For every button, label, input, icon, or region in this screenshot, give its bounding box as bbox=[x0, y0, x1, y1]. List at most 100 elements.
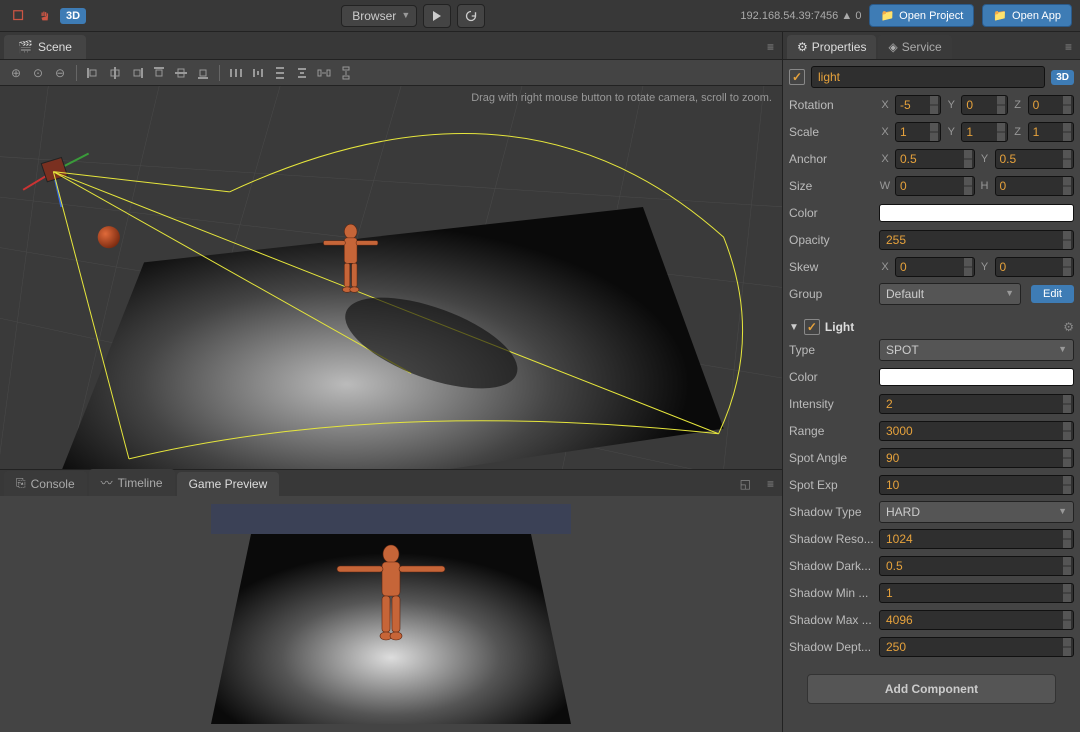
shadow-depth-input[interactable]: 250 bbox=[879, 637, 1074, 657]
add-component-button[interactable]: Add Component bbox=[807, 674, 1056, 704]
folder-icon: 📁 bbox=[993, 9, 1007, 22]
shadow-dark-label: Shadow Dark... bbox=[789, 559, 879, 573]
folder-icon: 📁 bbox=[880, 9, 894, 22]
hand-icon[interactable] bbox=[34, 5, 56, 27]
dist-space-v-icon[interactable] bbox=[336, 63, 356, 83]
node-3d-badge[interactable]: 3D bbox=[1051, 70, 1074, 85]
shadow-depth-label: Shadow Dept... bbox=[789, 640, 879, 654]
rotation-label: Rotation bbox=[789, 98, 879, 112]
tab-service[interactable]: ◈Service bbox=[878, 35, 951, 59]
panel-menu-icon[interactable]: ≡ bbox=[1057, 35, 1080, 59]
rotation-y-input[interactable]: 0 bbox=[961, 95, 1007, 115]
size-label: Size bbox=[789, 179, 879, 193]
dist-v-icon[interactable] bbox=[270, 63, 290, 83]
spot-exp-input[interactable]: 10 bbox=[879, 475, 1074, 495]
collapse-arrow-icon: ▼ bbox=[789, 322, 799, 333]
shadow-type-label: Shadow Type bbox=[789, 505, 879, 519]
rotation-z-input[interactable]: 0 bbox=[1028, 95, 1074, 115]
size-h-input[interactable]: 0 bbox=[995, 176, 1075, 196]
shadow-max-input[interactable]: 4096 bbox=[879, 610, 1074, 630]
zoom-in-icon[interactable]: ⊕ bbox=[6, 63, 26, 83]
anchor-y-input[interactable]: 0.5 bbox=[995, 149, 1075, 169]
zoom-out-icon[interactable]: ⊖ bbox=[50, 63, 70, 83]
align-right-icon[interactable] bbox=[127, 63, 147, 83]
popout-icon[interactable]: ◱ bbox=[732, 472, 759, 496]
panel-menu-icon[interactable]: ≡ bbox=[759, 35, 782, 59]
intensity-input[interactable]: 2 bbox=[879, 394, 1074, 414]
shadow-min-input[interactable]: 1 bbox=[879, 583, 1074, 603]
scale-label: Scale bbox=[789, 125, 879, 139]
size-w-input[interactable]: 0 bbox=[895, 176, 975, 196]
group-label: Group bbox=[789, 287, 879, 301]
timeline-icon: 〰 bbox=[101, 474, 113, 491]
shadow-min-label: Shadow Min ... bbox=[789, 586, 879, 600]
viewport-hint: Drag with right mouse button to rotate c… bbox=[471, 92, 772, 104]
play-button[interactable] bbox=[423, 4, 451, 28]
align-left-icon[interactable] bbox=[83, 63, 103, 83]
spot-angle-input[interactable]: 90 bbox=[879, 448, 1074, 468]
anchor-label: Anchor bbox=[789, 152, 879, 166]
spot-exp-label: Spot Exp bbox=[789, 478, 879, 492]
intensity-label: Intensity bbox=[789, 397, 879, 411]
light-type-select[interactable]: SPOT bbox=[879, 339, 1074, 361]
dist-h-icon[interactable] bbox=[226, 63, 246, 83]
shadow-max-label: Shadow Max ... bbox=[789, 613, 879, 627]
open-app-button[interactable]: 📁Open App bbox=[982, 4, 1072, 27]
top-toolbar: 3D Browser 192.168.54.39:7456 ▲ 0 📁Open … bbox=[0, 0, 1080, 32]
wifi-icon: ▲ bbox=[841, 10, 852, 22]
tab-scene[interactable]: 🎬Scene bbox=[4, 35, 86, 59]
scale-z-input[interactable]: 1 bbox=[1028, 122, 1074, 142]
light-color-swatch[interactable] bbox=[879, 368, 1074, 386]
layers-icon: ◈ bbox=[888, 40, 897, 54]
dist-space-h-icon[interactable] bbox=[314, 63, 334, 83]
node-color-swatch[interactable] bbox=[879, 204, 1074, 222]
scene-toolbar: ⊕ ⊙ ⊖ bbox=[0, 60, 782, 86]
light-type-label: Type bbox=[789, 343, 879, 357]
opacity-label: Opacity bbox=[789, 233, 879, 247]
shadow-type-select[interactable]: HARD bbox=[879, 501, 1074, 523]
group-edit-button[interactable]: Edit bbox=[1031, 285, 1074, 303]
tab-game-preview[interactable]: Game Preview bbox=[177, 472, 280, 496]
scale-y-input[interactable]: 1 bbox=[961, 122, 1007, 142]
gear-icon: ⚙ bbox=[797, 40, 808, 54]
game-preview-viewport[interactable] bbox=[0, 496, 782, 732]
3d-toggle[interactable]: 3D bbox=[60, 8, 86, 24]
panel-menu-icon[interactable]: ≡ bbox=[759, 472, 782, 496]
range-label: Range bbox=[789, 424, 879, 438]
tab-timeline[interactable]: 〰Timeline bbox=[89, 469, 175, 496]
rotation-x-input[interactable]: -5 bbox=[895, 95, 941, 115]
color-label: Color bbox=[789, 206, 879, 220]
align-bottom-icon[interactable] bbox=[193, 63, 213, 83]
shadow-dark-input[interactable]: 0.5 bbox=[879, 556, 1074, 576]
node-name-input[interactable] bbox=[811, 66, 1045, 88]
ip-address: 192.168.54.39:7456 ▲ 0 bbox=[740, 10, 861, 22]
node-enabled-checkbox[interactable] bbox=[789, 69, 805, 85]
align-top-icon[interactable] bbox=[149, 63, 169, 83]
scene-viewport[interactable]: Drag with right mouse button to rotate c… bbox=[0, 86, 782, 469]
arrow-select-icon[interactable] bbox=[8, 5, 30, 27]
light-enabled-checkbox[interactable] bbox=[804, 319, 820, 335]
align-vcenter-icon[interactable] bbox=[171, 63, 191, 83]
component-settings-icon[interactable]: ⚙ bbox=[1063, 320, 1074, 334]
range-input[interactable]: 3000 bbox=[879, 421, 1074, 441]
zoom-reset-icon[interactable]: ⊙ bbox=[28, 63, 48, 83]
tab-console[interactable]: ⎘Console bbox=[4, 471, 87, 496]
light-color-label: Color bbox=[789, 370, 879, 384]
group-select[interactable]: Default bbox=[879, 283, 1021, 305]
light-component-header[interactable]: ▼ Light ⚙ bbox=[789, 315, 1074, 339]
tab-properties[interactable]: ⚙Properties bbox=[787, 35, 876, 59]
console-icon: ⎘ bbox=[16, 476, 26, 491]
anchor-x-input[interactable]: 0.5 bbox=[895, 149, 975, 169]
refresh-button[interactable] bbox=[457, 4, 485, 28]
dist-vcenter-icon[interactable] bbox=[292, 63, 312, 83]
shadow-res-input[interactable]: 1024 bbox=[879, 529, 1074, 549]
skew-x-input[interactable]: 0 bbox=[895, 257, 975, 277]
dist-hcenter-icon[interactable] bbox=[248, 63, 268, 83]
open-project-button[interactable]: 📁Open Project bbox=[869, 4, 974, 27]
opacity-input[interactable]: 255 bbox=[879, 230, 1074, 250]
align-hcenter-icon[interactable] bbox=[105, 63, 125, 83]
skew-y-input[interactable]: 0 bbox=[995, 257, 1075, 277]
scene-icon: 🎬 bbox=[18, 40, 33, 54]
scale-x-input[interactable]: 1 bbox=[895, 122, 941, 142]
browser-dropdown[interactable]: Browser bbox=[341, 5, 417, 27]
